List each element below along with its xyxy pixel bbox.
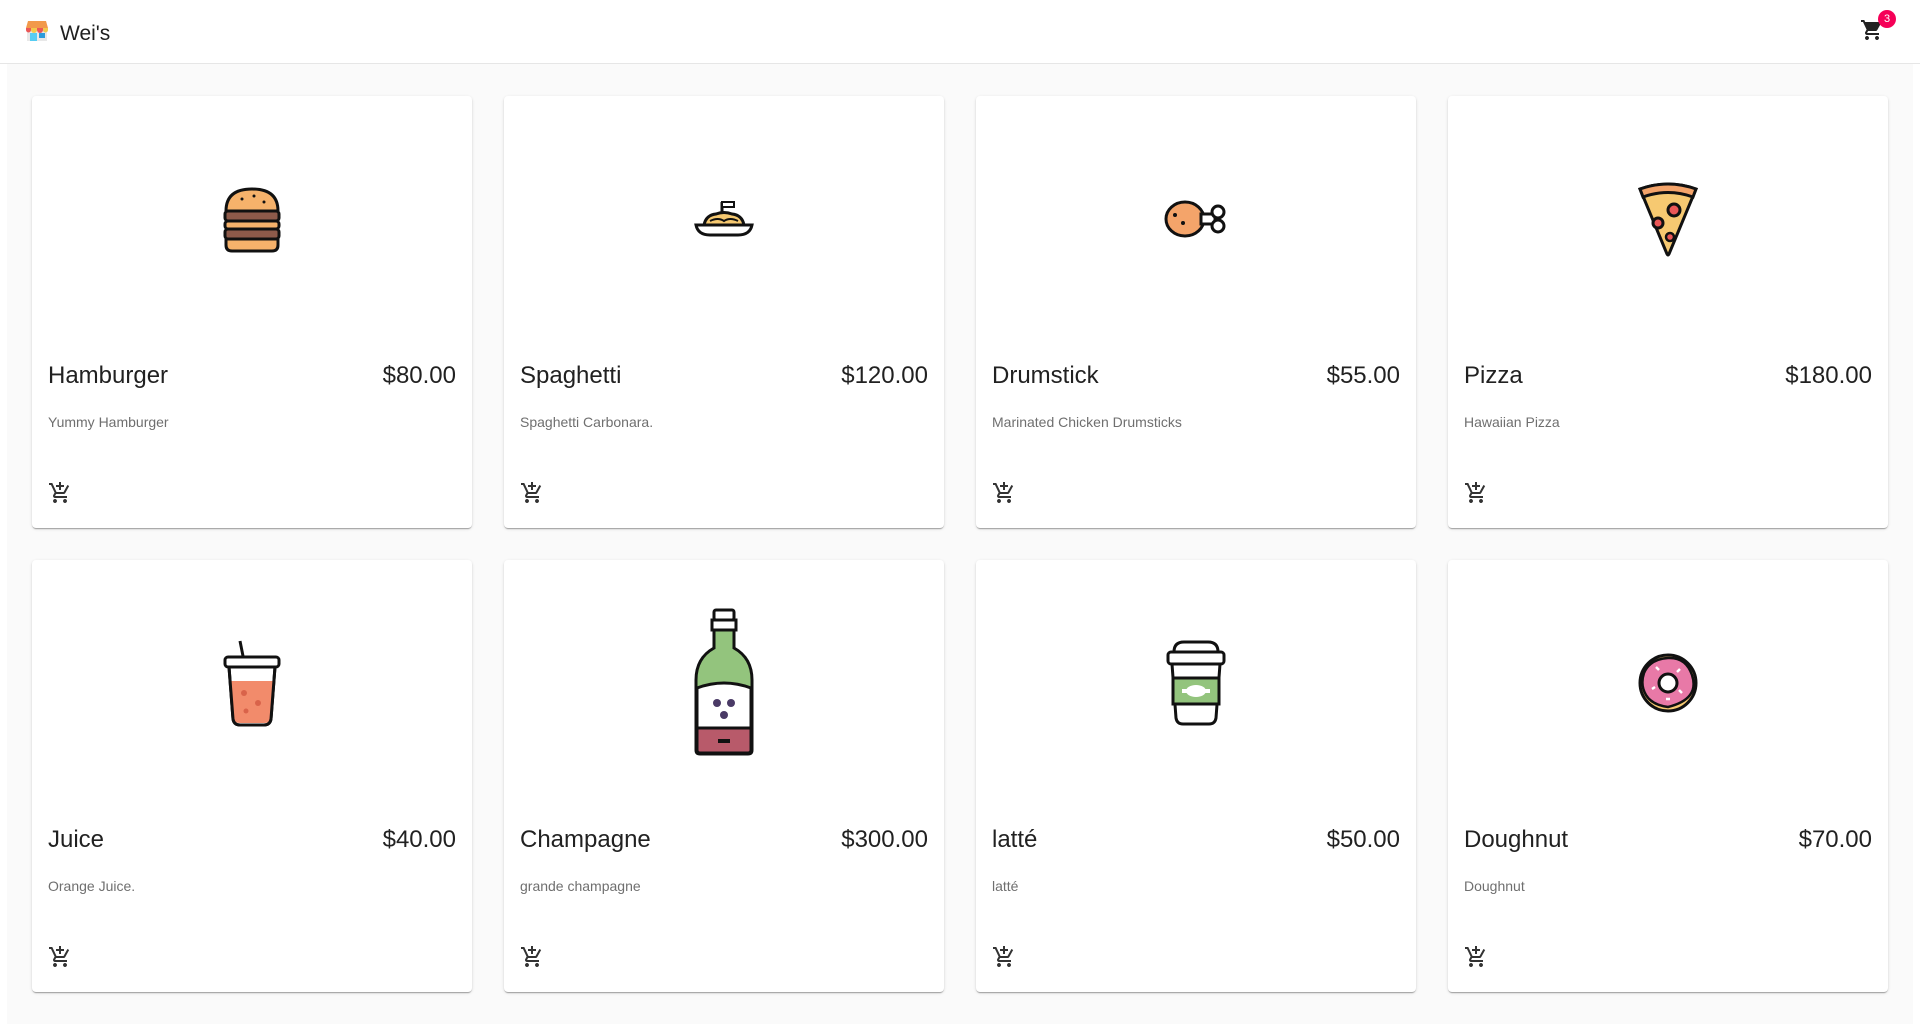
product-description: Marinated Chicken Drumsticks — [992, 414, 1182, 430]
champagne-bottle-icon — [692, 608, 756, 763]
product-price: $120.00 — [841, 362, 928, 389]
product-grid: Hamburger $80.00 Yummy Hamburger Spaghet… — [32, 96, 1888, 992]
product-name: Champagne — [520, 826, 651, 853]
product-name: Doughnut — [1464, 826, 1569, 853]
add-shopping-cart-icon — [992, 946, 1016, 973]
cart-count-badge: 3 — [1878, 10, 1896, 28]
product-card-champagne[interactable]: Champagne $300.00 grande champagne — [504, 560, 944, 992]
product-description: Hawaiian Pizza — [1464, 414, 1560, 430]
product-image — [976, 96, 1416, 346]
store-icon — [24, 18, 50, 49]
product-description: Spaghetti Carbonara. — [520, 414, 654, 430]
drumstick-icon — [1163, 197, 1229, 246]
add-shopping-cart-icon — [520, 946, 544, 973]
add-shopping-cart-icon — [520, 482, 544, 509]
product-name: Spaghetti — [520, 362, 622, 389]
product-image — [32, 96, 472, 346]
product-name: Drumstick — [992, 362, 1099, 389]
product-image — [1448, 560, 1888, 810]
product-card-hamburger[interactable]: Hamburger $80.00 Yummy Hamburger — [32, 96, 472, 528]
left-edge — [0, 64, 7, 1024]
product-description: Orange Juice. — [48, 878, 136, 894]
product-image — [976, 560, 1416, 810]
add-to-cart-button[interactable] — [1464, 945, 1490, 971]
product-price: $50.00 — [1326, 826, 1400, 853]
product-image — [1448, 96, 1888, 346]
product-name: Hamburger — [48, 362, 169, 389]
doughnut-icon — [1636, 651, 1700, 720]
brand[interactable]: Wei's — [24, 18, 110, 49]
product-card-drumstick[interactable]: Drumstick $55.00 Marinated Chicken Drums… — [976, 96, 1416, 528]
pizza-icon — [1636, 181, 1700, 262]
product-name: Juice — [48, 826, 105, 853]
add-shopping-cart-icon — [48, 482, 72, 509]
product-name: latté — [992, 826, 1038, 853]
hamburger-icon — [220, 185, 284, 258]
product-image — [504, 560, 944, 810]
right-edge — [1913, 64, 1920, 1024]
product-price: $40.00 — [382, 826, 456, 853]
add-shopping-cart-icon — [48, 946, 72, 973]
juice-icon — [220, 637, 284, 734]
product-description: Doughnut — [1464, 878, 1525, 894]
product-name: Pizza — [1464, 362, 1523, 389]
product-price: $180.00 — [1785, 362, 1872, 389]
cart-button[interactable]: 3 — [1860, 10, 1896, 48]
product-price: $80.00 — [382, 362, 456, 389]
add-to-cart-button[interactable] — [1464, 481, 1490, 507]
add-shopping-cart-icon — [1464, 946, 1488, 973]
product-card-pizza[interactable]: Pizza $180.00 Hawaiian Pizza — [1448, 96, 1888, 528]
shopping-cart-icon — [1860, 20, 1884, 46]
app-title: Wei's — [60, 21, 111, 45]
add-to-cart-button[interactable] — [992, 945, 1018, 971]
product-card-spaghetti[interactable]: Spaghetti $120.00 Spaghetti Carbonara. — [504, 96, 944, 528]
add-to-cart-button[interactable] — [520, 481, 546, 507]
add-to-cart-button[interactable] — [992, 481, 1018, 507]
product-description: latté — [992, 878, 1019, 894]
add-to-cart-button[interactable] — [520, 945, 546, 971]
product-card-doughnut[interactable]: Doughnut $70.00 Doughnut — [1448, 560, 1888, 992]
product-description: Yummy Hamburger — [48, 414, 169, 430]
product-image — [32, 560, 472, 810]
add-shopping-cart-icon — [1464, 482, 1488, 509]
product-price: $55.00 — [1326, 362, 1400, 389]
product-description: grande champagne — [520, 878, 641, 894]
spaghetti-icon — [692, 199, 756, 244]
add-shopping-cart-icon — [992, 482, 1016, 509]
add-to-cart-button[interactable] — [48, 945, 74, 971]
product-image — [504, 96, 944, 346]
product-price: $70.00 — [1798, 826, 1872, 853]
coffee-cup-icon — [1164, 638, 1228, 733]
product-card-latte[interactable]: latté $50.00 latté — [976, 560, 1416, 992]
app-bar: Wei's 3 — [0, 0, 1920, 64]
product-price: $300.00 — [841, 826, 928, 853]
product-card-juice[interactable]: Juice $40.00 Orange Juice. — [32, 560, 472, 992]
add-to-cart-button[interactable] — [48, 481, 74, 507]
